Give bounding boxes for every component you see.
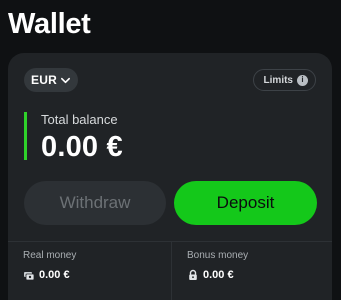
real-money-value: 0.00 € — [39, 269, 70, 281]
currency-label: EUR — [31, 73, 57, 87]
deposit-button[interactable]: Deposit — [174, 181, 317, 225]
limits-label: Limits — [263, 74, 293, 86]
real-money-section: Real money 0.00 € — [8, 242, 172, 300]
bonus-money-section: Bonus money 0.00 € — [172, 242, 332, 300]
limits-button[interactable]: Limits i — [252, 69, 316, 91]
wallet-page: Wallet EUR Limits i Total balance 0.00 €… — [0, 0, 341, 300]
chevron-down-icon — [60, 77, 70, 83]
currency-select[interactable]: EUR — [24, 68, 78, 92]
cash-icon — [24, 272, 35, 281]
bonus-money-row: 0.00 € — [187, 269, 234, 281]
bonus-money-label: Bonus money — [187, 250, 249, 261]
wallet-card: EUR Limits i Total balance 0.00 € Withdr… — [8, 53, 332, 300]
real-money-label: Real money — [23, 250, 77, 261]
lock-icon — [189, 269, 197, 280]
withdraw-button[interactable]: Withdraw — [24, 181, 166, 225]
real-money-row: 0.00 € — [23, 269, 70, 281]
total-balance-block: Total balance 0.00 € — [24, 112, 123, 163]
total-balance-label: Total balance — [41, 112, 118, 127]
page-title: Wallet — [8, 8, 91, 40]
bonus-money-value: 0.00 € — [203, 269, 234, 281]
info-icon: i — [297, 74, 308, 86]
total-balance-value: 0.00 € — [41, 131, 123, 163]
